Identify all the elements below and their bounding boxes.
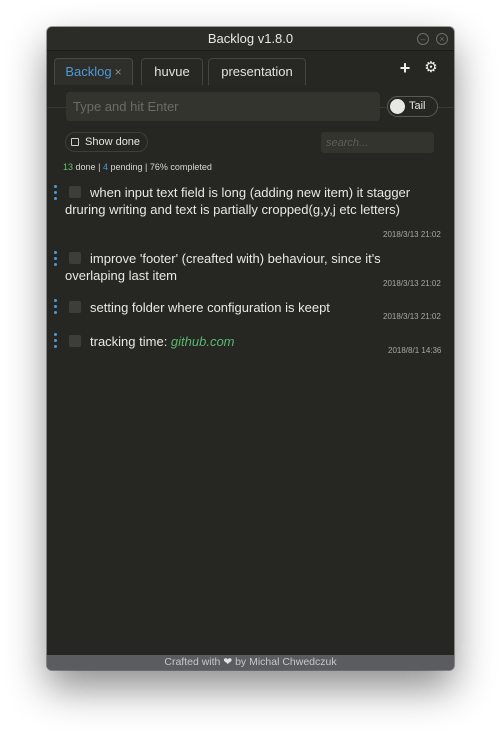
tab-backlog[interactable]: Backlog × — [54, 58, 133, 85]
close-icon[interactable]: × — [436, 33, 448, 45]
pending-label: pending — [110, 162, 143, 172]
item-date: 2018/8/1 14:36 — [388, 346, 442, 355]
item-date: 2018/3/13 21:02 — [383, 279, 441, 288]
tab-presentation[interactable]: presentation — [208, 58, 306, 85]
drag-handle-icon[interactable] — [54, 185, 58, 203]
drag-handle-icon[interactable] — [54, 333, 58, 351]
tab-close-icon[interactable]: × — [115, 65, 122, 79]
new-item-input[interactable] — [66, 92, 380, 121]
item-text[interactable]: setting folder where configuration is ke… — [65, 299, 427, 316]
done-count: 13 — [63, 162, 74, 172]
plus-icon[interactable]: + — [396, 59, 414, 77]
tail-label: Tail — [409, 100, 426, 112]
title-bar[interactable]: Backlog v1.8.0 – × — [47, 27, 454, 51]
item-text[interactable]: tracking time: github.com — [65, 333, 427, 350]
checkbox-icon — [71, 138, 79, 146]
footer: Crafted with ❤ by Michal Chwedczuk — [47, 655, 454, 670]
heart-icon: ❤ — [223, 656, 233, 668]
item-date: 2018/3/13 21:02 — [383, 230, 441, 239]
footer-author: by Michal Chwedczuk — [235, 656, 337, 668]
item-text[interactable]: when input text field is long (adding ne… — [65, 184, 427, 218]
tab-label: Backlog — [65, 64, 112, 79]
drag-handle-icon[interactable] — [54, 299, 58, 317]
tail-toggle[interactable]: Tail — [387, 96, 438, 117]
pending-count: 4 — [102, 162, 108, 172]
app-window: Backlog v1.8.0 – × Backlog × huvue presen… — [47, 27, 454, 670]
tab-bar: Backlog × huvue presentation — [47, 51, 454, 108]
tab-label: presentation — [221, 64, 293, 79]
item-text-prefix: tracking time: — [90, 334, 171, 349]
gear-icon[interactable]: ⚙ — [422, 59, 440, 77]
item-text[interactable]: improve 'footer' (creafted with) behavio… — [65, 250, 427, 284]
toggle-knob — [390, 99, 405, 114]
minimize-icon[interactable]: – — [417, 33, 429, 45]
completed-percent: 76% completed — [149, 162, 212, 172]
show-done-label: Show done — [85, 136, 141, 148]
show-done-checkbox[interactable]: Show done — [65, 132, 149, 152]
done-label: done — [75, 162, 96, 172]
drag-handle-icon[interactable] — [54, 251, 58, 269]
footer-prefix: Crafted with — [164, 656, 221, 668]
search-input[interactable] — [321, 132, 434, 153]
tab-label: huvue — [154, 64, 190, 79]
separator: | — [145, 162, 148, 172]
tab-huvue[interactable]: huvue — [141, 58, 203, 85]
window-title: Backlog v1.8.0 — [207, 31, 294, 46]
item-link[interactable]: github.com — [171, 334, 235, 349]
separator: | — [98, 162, 101, 172]
stats-line: 13 done | 4 pending | 76% completed — [63, 162, 212, 172]
item-date: 2018/3/13 21:02 — [383, 312, 441, 321]
